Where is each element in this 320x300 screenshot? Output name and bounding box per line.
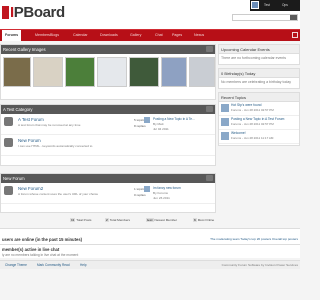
tab-members[interactable]: Members	[35, 30, 50, 41]
forum-row: A Test Forum A test forum that may be re…	[1, 114, 215, 135]
forum-row: New Forum2 A forum whose content uses th…	[1, 183, 215, 204]
forum-replies-count: 0 replies	[134, 193, 146, 197]
avatar[interactable]	[221, 118, 229, 126]
recent-topics-block: Recent Topics Hot Stp's were found Forum…	[218, 92, 300, 146]
last-post-author[interactable]: By Forums	[153, 191, 168, 195]
avatar[interactable]	[251, 1, 259, 9]
gallery-thumb[interactable]	[3, 57, 31, 87]
birthdays-block: 0 Birthday(s) Today No members are celeb…	[218, 68, 300, 89]
tab-gallery[interactable]: Gallery	[130, 30, 141, 41]
footer: Change Theme Mark Community Read Help Co…	[0, 260, 300, 269]
search-button[interactable]	[290, 15, 297, 20]
last-post-date: Jun 26 2011	[153, 196, 170, 200]
list-item: Welcome! Forums - Jun 28 2011 11:17 AM	[219, 130, 299, 144]
upcoming-events-heading: Upcoming Calendar Events	[219, 45, 299, 54]
birthdays-text: No members are celebrating a birthday to…	[221, 80, 292, 84]
tab-downloads[interactable]: Downloads	[100, 30, 118, 41]
main-navigation: Forums Members Blogs Calendar Downloads …	[0, 29, 300, 41]
topic-link[interactable]: Posting a New Topic in A Test Forum	[231, 117, 284, 121]
collapse-icon[interactable]	[206, 106, 213, 112]
collapse-icon[interactable]	[206, 46, 213, 52]
gallery-thumb[interactable]	[65, 57, 95, 87]
forum-icon	[4, 117, 13, 126]
chat-heading: member(s) active in live chat	[2, 247, 60, 252]
forum-description: A test forum that may be removed at any …	[18, 123, 81, 127]
avatar[interactable]	[221, 104, 229, 112]
user-name-link[interactable]: Test	[264, 3, 270, 7]
avatar[interactable]	[144, 186, 150, 192]
upcoming-events-block: Upcoming Calendar Events There are no fo…	[218, 44, 300, 65]
topic-meta: Forums - Jun 28 2011 02:57 PM	[231, 122, 274, 126]
online-users-heading: users are online (in the past 15 minutes…	[2, 237, 83, 242]
change-theme-link[interactable]: Change Theme	[5, 263, 27, 267]
category-header: New Forum	[1, 174, 215, 183]
gallery-thumb[interactable]	[97, 57, 127, 87]
forum-row: New Forum I can use HTML - keywords auto…	[1, 135, 215, 156]
category-header: A Test Category	[1, 105, 215, 114]
forum-description: I can use HTML - keywords automatically …	[18, 144, 93, 148]
total-members: 2 Total Members	[105, 218, 131, 222]
header: IPBoard Test Ops	[0, 0, 300, 29]
help-link[interactable]: Help	[80, 263, 87, 267]
divider	[0, 244, 300, 245]
category-panel: New Forum New Forum2 A forum whose conte…	[0, 173, 216, 213]
search-input[interactable]	[232, 14, 298, 21]
topic-meta: Forums - Jun 28 2011 11:17 AM	[231, 136, 274, 140]
last-post-date: Jul 04 2011	[153, 127, 169, 131]
list-item: Posting a New Topic in A Test Forum Foru…	[219, 116, 299, 130]
tab-forums[interactable]: Forums	[2, 30, 22, 41]
topic-link[interactable]: Welcome!	[231, 131, 246, 135]
topic-link[interactable]: Hot Stp's were found	[231, 103, 262, 107]
mark-read-link[interactable]: Mark Community Read	[37, 263, 70, 267]
birthdays-heading: 0 Birthday(s) Today	[219, 69, 299, 78]
tab-chat[interactable]: Chat	[155, 30, 163, 41]
gallery-thumb[interactable]	[189, 57, 215, 87]
last-post-author[interactable]: By Matt	[153, 122, 164, 126]
gallery-header: Recent Gallery Images	[1, 45, 215, 54]
logo-icon	[2, 6, 9, 19]
total-posts: 11 Total Posts	[70, 218, 92, 222]
avatar[interactable]	[221, 132, 229, 140]
avatar[interactable]	[144, 117, 150, 123]
upcoming-events-text: There are no forthcoming calendar events	[221, 56, 286, 60]
tab-pages[interactable]: Pages	[172, 30, 182, 41]
last-post-link[interactable]: Im fancy new forum	[153, 186, 181, 190]
gallery-thumb[interactable]	[129, 57, 159, 87]
forum-title-link[interactable]: New Forum	[18, 138, 41, 143]
gallery-thumb[interactable]	[33, 57, 63, 87]
site-logo[interactable]: IPBoard	[10, 4, 65, 22]
forum-description: A forum whose content uses the user's UR…	[18, 192, 99, 196]
gallery-panel: Recent Gallery Images	[0, 44, 216, 100]
forum-replies-count: 8 replies	[134, 124, 146, 128]
forum-title-link[interactable]: New Forum2	[18, 186, 43, 191]
copyright: Community Forum Software by Invision Pow…	[221, 263, 298, 267]
topic-meta: Forums - Jun 28 2011 02:57 PM	[231, 108, 274, 112]
gallery-thumb[interactable]	[161, 57, 187, 87]
forum-icon	[4, 186, 13, 195]
gallery-thumbs	[3, 57, 215, 89]
chat-description: ly are no members talking in live chat a…	[2, 253, 79, 257]
last-post-link[interactable]: Posting a New Topic in A Te...	[153, 117, 195, 121]
tab-calendar[interactable]: Calendar	[73, 30, 88, 41]
collapse-icon[interactable]	[206, 175, 213, 181]
fullscreen-icon[interactable]	[292, 32, 298, 38]
forum-icon	[4, 138, 13, 147]
tab-nexus[interactable]: Nexus	[194, 30, 204, 41]
online-section: users are online (in the past 15 minutes…	[0, 228, 300, 258]
user-bar: Test Ops	[250, 0, 300, 11]
board-stats: 11 Total Posts 2 Total Members test Newest …	[0, 215, 216, 226]
recent-topics-heading: Recent Topics	[219, 93, 299, 102]
online-links[interactable]: The moderating team Today's top 20 poste…	[210, 237, 298, 241]
category-panel: A Test Category A Test Forum A test foru…	[0, 104, 216, 166]
newest-member: test Newest Member	[146, 218, 178, 222]
user-menu-link[interactable]: Ops	[282, 3, 288, 7]
most-online: 6 Most Online	[193, 218, 215, 222]
tab-blogs[interactable]: Blogs	[50, 30, 59, 41]
list-item: Hot Stp's were found Forums - Jun 28 201…	[219, 102, 299, 116]
forum-title-link[interactable]: A Test Forum	[18, 117, 44, 122]
